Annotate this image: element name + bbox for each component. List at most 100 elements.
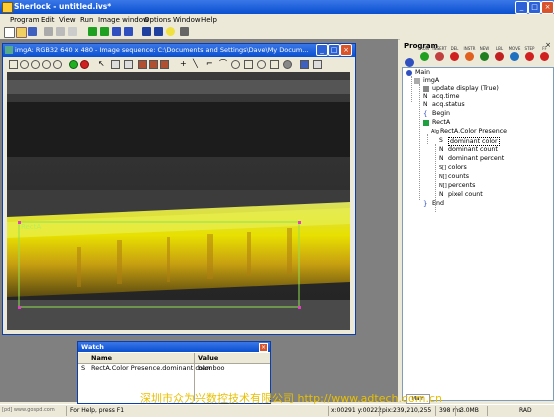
program-tool-new[interactable]: NEW: [477, 46, 492, 61]
tree-node-dominant-count[interactable]: dominant count: [448, 146, 498, 153]
camera-icon[interactable]: [124, 60, 133, 69]
image-toolbar: ↖ + ╲ ⌐ ⌒: [3, 58, 355, 70]
tree-node-acq-status[interactable]: acq.status: [432, 101, 465, 108]
menu-run[interactable]: Run: [80, 16, 93, 24]
pointer-icon[interactable]: ↖: [98, 60, 105, 68]
tree-node-rectA[interactable]: RectA: [432, 119, 450, 126]
save-image-icon[interactable]: [300, 60, 309, 69]
roi-handle-bl: [18, 306, 21, 309]
image-window: imgA: RGB32 640 x 480 - Image sequence: …: [2, 43, 356, 335]
watch-title-bar[interactable]: Watch ×: [78, 342, 270, 352]
step-icon[interactable]: [112, 27, 121, 36]
grid-icon[interactable]: [9, 60, 18, 69]
go-icon[interactable]: [69, 60, 78, 69]
tree-node-begin[interactable]: Begin: [432, 110, 450, 117]
menu-options[interactable]: Options: [144, 16, 171, 24]
tree-node-imgA[interactable]: imgA: [423, 77, 439, 84]
tree-node-main[interactable]: Main: [415, 69, 430, 76]
app-title-bar: Sherlock - untitled.ivs* _ □ ×: [0, 0, 554, 14]
properties-icon[interactable]: [313, 60, 322, 69]
polygon-tool-icon[interactable]: [270, 60, 279, 69]
program-tool-instr[interactable]: INSTR: [462, 46, 477, 61]
program-tool-lbl[interactable]: LBL: [492, 46, 507, 61]
tree-node-update-display[interactable]: update display (True): [432, 85, 499, 92]
menu-program[interactable]: Program: [10, 16, 40, 24]
numeric-var-icon: N: [439, 155, 444, 162]
tree-node-dominant-color[interactable]: dominant color: [448, 137, 500, 146]
save-icon[interactable]: [28, 27, 37, 36]
tree-node-percents[interactable]: percents: [448, 182, 475, 189]
tree-node-acq-time[interactable]: acq.time: [432, 93, 460, 100]
tree-node-end[interactable]: End: [432, 200, 444, 207]
menu-image-window[interactable]: Image window: [98, 16, 149, 24]
line-tool-icon[interactable]: ╲: [193, 60, 200, 68]
tree-node-dominant-percent[interactable]: dominant percent: [448, 155, 504, 162]
arc-tool-icon[interactable]: ⌒: [219, 60, 227, 68]
program-tool-step[interactable]: STEP: [522, 46, 537, 61]
close-button[interactable]: ×: [541, 1, 554, 14]
zoom-fit-icon[interactable]: [42, 60, 51, 69]
minimize-button[interactable]: _: [515, 1, 528, 14]
numeric-array-icon: N[]: [439, 183, 447, 189]
run-once-icon[interactable]: [100, 27, 109, 36]
paste-icon[interactable]: [68, 27, 77, 36]
roi-label: RectA: [21, 223, 42, 231]
image-maximize-button[interactable]: □: [328, 44, 340, 56]
menu-edit[interactable]: Edit: [41, 16, 55, 24]
program-tool-run[interactable]: RUN: [417, 46, 432, 61]
status-help: For Help, press F1: [70, 407, 125, 414]
image-canvas[interactable]: RectA: [7, 72, 350, 330]
ellipse-tool-icon[interactable]: [257, 60, 266, 69]
roi-handle-tr: [298, 221, 301, 224]
new-file-icon[interactable]: [4, 27, 15, 38]
annulus-tool-icon[interactable]: [283, 60, 292, 69]
stop-icon[interactable]: [154, 27, 163, 36]
tree-node-pixel-count[interactable]: pixel count: [448, 191, 483, 198]
numeric-var-icon: N: [423, 101, 428, 108]
point-tool-icon[interactable]: +: [180, 60, 187, 68]
image-close-button[interactable]: ×: [340, 44, 352, 56]
algorithm-icon: Alg: [431, 129, 439, 135]
zoom-in-icon[interactable]: [20, 60, 29, 69]
program-tool-del[interactable]: DEL: [447, 46, 462, 61]
stop-record-icon[interactable]: [80, 60, 89, 69]
polyline-tool-icon[interactable]: ⌐: [206, 60, 213, 68]
image-minimize-button[interactable]: _: [316, 44, 328, 56]
program-tool-ff[interactable]: FF: [537, 46, 552, 61]
numeric-var-icon: N: [439, 191, 444, 198]
run-icon[interactable]: [88, 27, 97, 36]
roi-tool-icon[interactable]: [111, 60, 120, 69]
frame-icon-3[interactable]: [160, 60, 169, 69]
tree-node-colors[interactable]: colors: [448, 164, 467, 171]
maximize-button[interactable]: □: [528, 1, 541, 14]
image-icon: [414, 78, 420, 84]
watch-close-button[interactable]: ×: [259, 343, 268, 352]
menu-view[interactable]: View: [59, 16, 76, 24]
cut-icon[interactable]: [44, 27, 53, 36]
zoom-out-icon[interactable]: [31, 60, 40, 69]
rect-tool-icon[interactable]: [244, 60, 253, 69]
program-tool-insert[interactable]: INSERT: [432, 46, 447, 61]
image-window-title-bar[interactable]: imgA: RGB32 640 x 480 - Image sequence: …: [3, 44, 355, 57]
copy-icon[interactable]: [56, 27, 65, 36]
menu-window[interactable]: Window: [173, 16, 201, 24]
options-icon[interactable]: [180, 27, 189, 36]
tree-node-color-presence[interactable]: RectA.Color Presence: [440, 128, 507, 135]
zoom-actual-icon[interactable]: [53, 60, 62, 69]
frame-icon-1[interactable]: [138, 60, 147, 69]
watch-col-value: Value: [198, 354, 219, 362]
menu-help[interactable]: Help: [201, 16, 217, 24]
program-panel: Program × RUN INSERT DEL INSTR NEW LBL M…: [400, 39, 554, 402]
lightbulb-icon[interactable]: [166, 27, 175, 36]
watch-header: Name Value: [78, 353, 270, 364]
tree-node-counts[interactable]: counts: [448, 173, 469, 180]
frame-icon-2[interactable]: [149, 60, 158, 69]
pause-icon[interactable]: [142, 27, 151, 36]
string-array-icon: S[]: [439, 165, 447, 171]
circle-tool-icon[interactable]: [231, 60, 240, 69]
program-tool-0[interactable]: [402, 52, 417, 67]
step-over-icon[interactable]: [124, 27, 133, 36]
open-folder-icon[interactable]: [16, 27, 27, 38]
program-tool-move[interactable]: MOVE: [507, 46, 522, 61]
rect-roi-icon: [423, 120, 429, 126]
